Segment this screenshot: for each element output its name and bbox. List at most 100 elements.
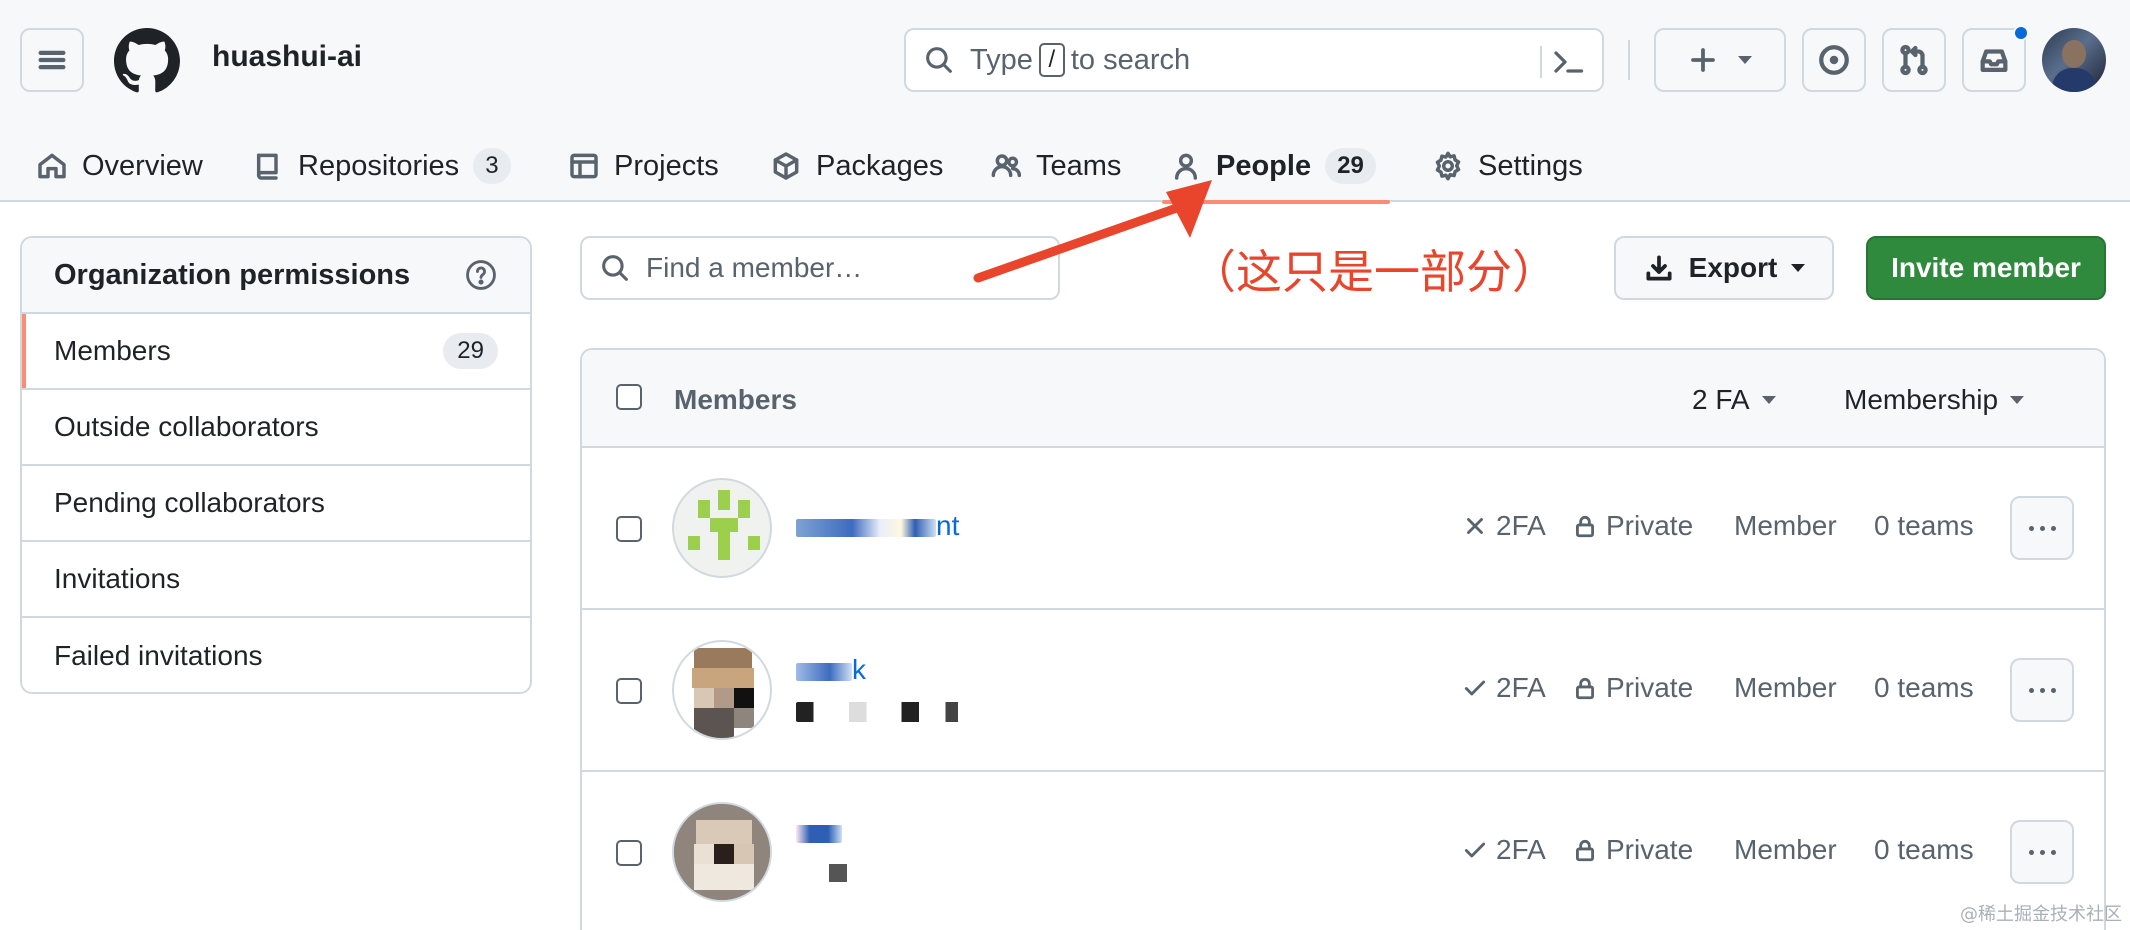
annotation-note: （这只是一部分）	[1190, 245, 1558, 299]
find-member-input[interactable]: Find a member…	[580, 236, 1060, 300]
create-new-button[interactable]	[1654, 28, 1786, 92]
question-icon[interactable]	[464, 258, 498, 292]
chevron-down-icon	[2010, 396, 2025, 404]
export-label: Export	[1688, 252, 1778, 283]
member-actions-button[interactable]	[2010, 496, 2074, 560]
member-avatar[interactable]	[672, 640, 772, 740]
sidebar-item-label: Failed invitations	[54, 640, 263, 671]
visibility-label: Private	[1606, 834, 1694, 865]
chevron-down-icon	[1791, 264, 1806, 272]
open-menu-button[interactable]	[20, 28, 84, 92]
issue-circle-icon	[1819, 45, 1849, 75]
tab-repositories[interactable]: Repositories 3	[252, 130, 511, 202]
header-divider	[1628, 40, 1630, 80]
sidebar-item-outside-collaborators[interactable]: Outside collaborators	[22, 390, 530, 466]
check-icon	[1464, 842, 1486, 858]
visibility-label: Private	[1606, 510, 1694, 541]
kebab-dot	[2039, 687, 2045, 693]
table-row: nt 2FA Private Member 0 teams	[582, 448, 2104, 610]
twofa-label: 2FA	[1496, 834, 1546, 865]
table-row: 2FA Private Member 0 teams	[582, 772, 2104, 930]
tab-settings[interactable]: Settings	[1432, 130, 1583, 202]
kebab-dot	[2050, 849, 2056, 855]
kebab-dot	[2028, 525, 2034, 531]
teams-count[interactable]: 0 teams	[1874, 510, 1974, 542]
member-name-link[interactable]	[796, 816, 842, 848]
tab-packages[interactable]: Packages	[770, 130, 943, 202]
permissions-sidebar: Organization permissions Members 29 Outs…	[20, 236, 532, 694]
role-label[interactable]: Member	[1734, 834, 1837, 866]
teams-count[interactable]: 0 teams	[1874, 672, 1974, 704]
find-member-placeholder: Find a member…	[646, 252, 863, 283]
twofa-status: 2FA	[1462, 672, 1546, 704]
filter-membership-dropdown[interactable]: Membership	[1844, 384, 2025, 416]
org-name-link[interactable]: huashui-ai	[212, 40, 362, 74]
user-avatar[interactable]	[2042, 28, 2106, 92]
members-table-header: Members 2 FA Membership	[582, 350, 2104, 448]
notification-dot	[2013, 25, 2029, 41]
chevron-down-icon	[1738, 56, 1752, 64]
command-palette-icon[interactable]	[1550, 44, 1586, 80]
download-icon	[1646, 255, 1672, 281]
tab-packages-label: Packages	[816, 149, 944, 182]
invite-member-button[interactable]: Invite member	[1866, 236, 2106, 300]
home-icon	[38, 153, 66, 179]
slash-key-hint: /	[1038, 43, 1065, 77]
lock-icon	[1576, 839, 1594, 862]
x-icon	[1467, 518, 1483, 534]
global-header: huashui-ai Type / to search Overview Rep…	[0, 0, 2130, 204]
kebab-dot	[2039, 525, 2045, 531]
tab-projects-label: Projects	[614, 149, 719, 182]
sidebar-item-members[interactable]: Members 29	[22, 314, 530, 390]
twofa-status: 2FA	[1462, 510, 1546, 542]
tab-people[interactable]: People 29	[1162, 130, 1390, 204]
filter-2fa-dropdown[interactable]: 2 FA	[1692, 384, 1776, 416]
obscured-name	[796, 518, 936, 537]
tab-projects[interactable]: Projects	[568, 130, 719, 202]
members-table: Members 2 FA Membership nt 2FA Private M…	[580, 348, 2106, 930]
sidebar-item-failed-invitations[interactable]: Failed invitations	[22, 618, 530, 692]
member-name-tail: nt	[936, 510, 960, 541]
tab-overview[interactable]: Overview	[36, 130, 203, 202]
member-avatar[interactable]	[672, 478, 772, 578]
issues-button[interactable]	[1802, 28, 1866, 92]
tab-teams[interactable]: Teams	[990, 130, 1121, 202]
person-icon	[1174, 153, 1198, 180]
select-all-checkbox[interactable]	[616, 384, 642, 410]
row-checkbox[interactable]	[616, 516, 642, 542]
visibility-label: Private	[1606, 672, 1694, 703]
watermark: @稀土掘金技术社区	[1960, 904, 2122, 925]
visibility-status[interactable]: Private	[1572, 510, 1693, 542]
tab-settings-label: Settings	[1478, 149, 1583, 182]
filter-membership-label: Membership	[1844, 384, 1999, 415]
obscured-name	[796, 662, 852, 681]
row-checkbox[interactable]	[616, 678, 642, 704]
member-actions-button[interactable]	[2010, 820, 2074, 884]
sidebar-item-pending-collaborators[interactable]: Pending collaborators	[22, 466, 530, 542]
teams-count[interactable]: 0 teams	[1874, 834, 1974, 866]
lock-icon	[1576, 677, 1594, 700]
github-logo-icon[interactable]	[114, 28, 180, 94]
role-label[interactable]: Member	[1734, 510, 1837, 542]
visibility-status[interactable]: Private	[1572, 834, 1693, 866]
obscured-username	[796, 702, 972, 722]
row-checkbox[interactable]	[616, 840, 642, 866]
pull-request-icon	[1900, 44, 1928, 76]
member-actions-button[interactable]	[2010, 658, 2074, 722]
member-name-link[interactable]: k	[796, 654, 866, 686]
kebab-dot	[2028, 687, 2034, 693]
member-name-link[interactable]: nt	[796, 510, 959, 542]
member-avatar[interactable]	[672, 802, 772, 902]
global-search-input[interactable]: Type / to search	[904, 28, 1604, 92]
repo-icon	[256, 153, 278, 180]
tab-teams-label: Teams	[1036, 149, 1122, 182]
pull-requests-button[interactable]	[1882, 28, 1946, 92]
sidebar-item-label: Invitations	[54, 563, 181, 594]
obscured-username	[796, 864, 856, 882]
package-icon	[773, 152, 799, 180]
role-label[interactable]: Member	[1734, 672, 1837, 704]
tab-repositories-label: Repositories	[298, 149, 460, 182]
visibility-status[interactable]: Private	[1572, 672, 1693, 704]
export-button[interactable]: Export	[1614, 236, 1834, 300]
sidebar-item-invitations[interactable]: Invitations	[22, 542, 530, 618]
